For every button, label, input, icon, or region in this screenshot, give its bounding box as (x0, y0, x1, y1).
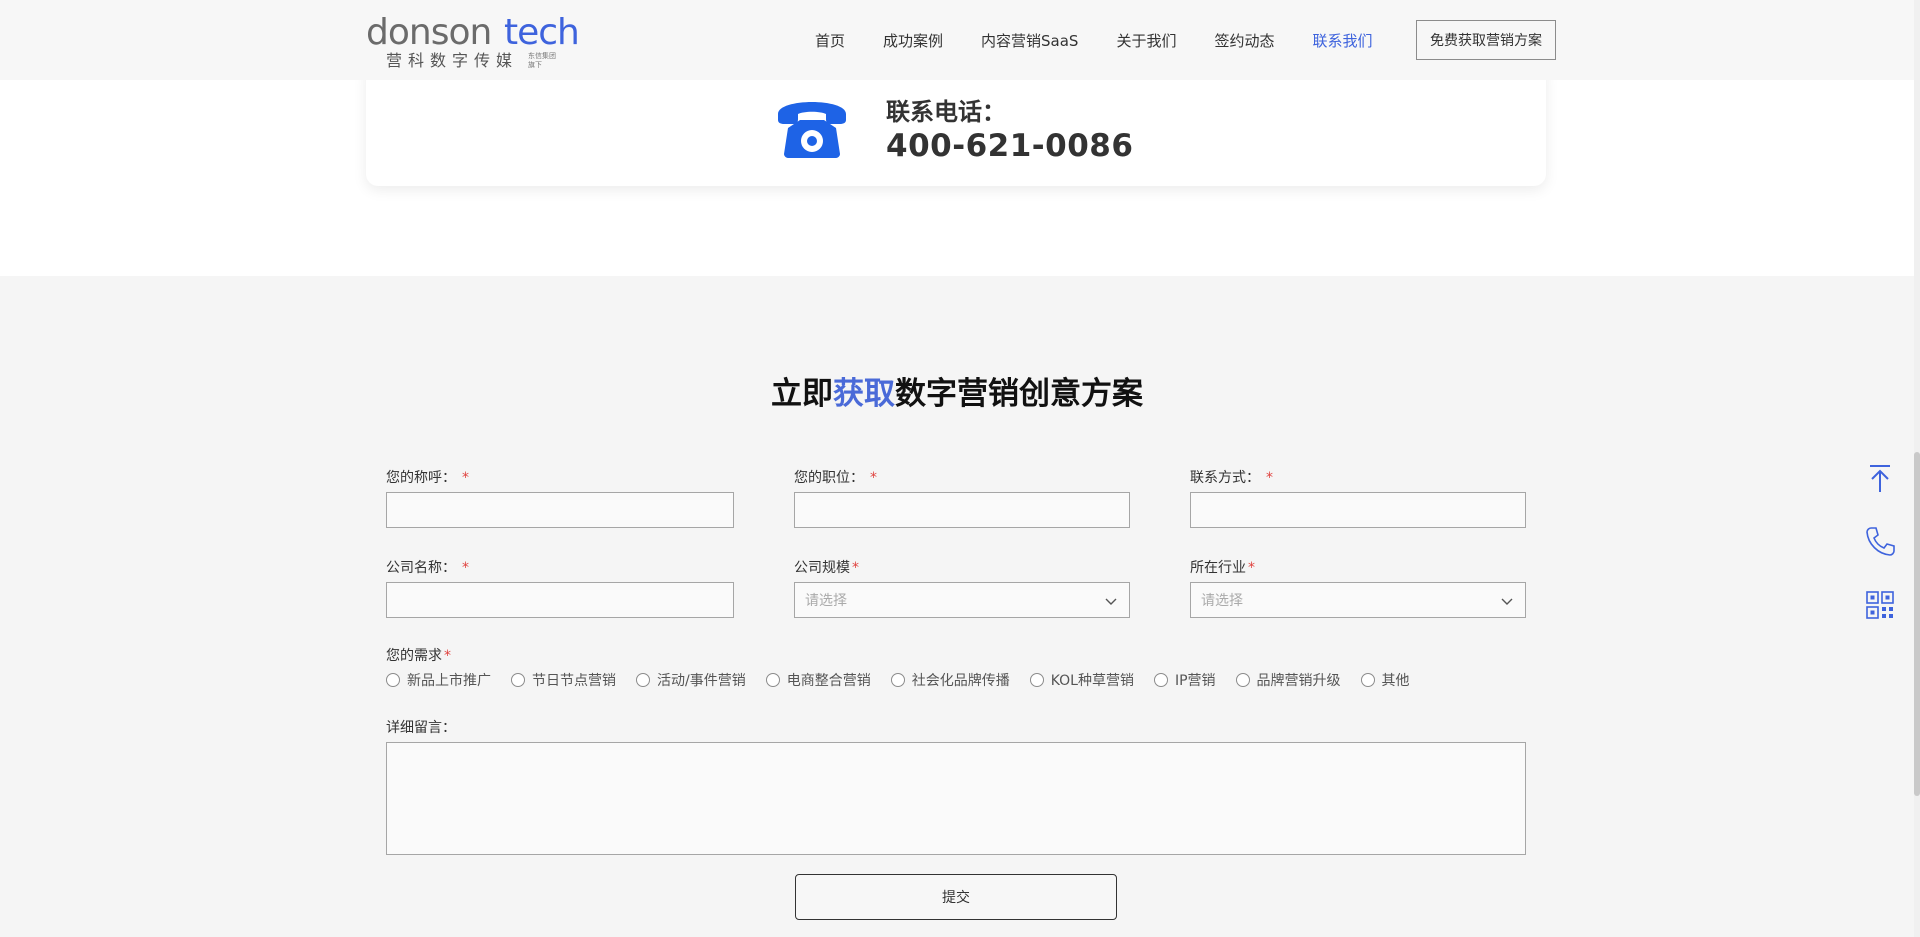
company-input[interactable] (386, 582, 734, 618)
svg-text:donson: donson (366, 12, 491, 53)
needs-option[interactable]: KOL种草营销 (1029, 670, 1134, 690)
svg-text:营科数字传媒: 营科数字传媒 (386, 51, 518, 70)
nav-item-news[interactable]: 签约动态 (1214, 30, 1274, 51)
company-label: 公司名称： * (386, 560, 469, 576)
name-input[interactable] (386, 492, 734, 528)
radio-button[interactable] (765, 673, 780, 687)
qrcode-icon[interactable] (1864, 589, 1896, 621)
position-label: 您的职位： * (794, 470, 877, 486)
radio-button[interactable] (1235, 673, 1250, 687)
needs-label: 您的需求 * (386, 648, 451, 664)
free-plan-button[interactable]: 免费获取营销方案 (1416, 20, 1556, 60)
nav-item-cases[interactable]: 成功案例 (883, 30, 943, 51)
contact-label: 联系方式： * (1190, 470, 1273, 486)
nav-item-about[interactable]: 关于我们 (1116, 30, 1176, 51)
message-label: 详细留言： (386, 720, 456, 736)
needs-option[interactable]: 其他 (1360, 670, 1410, 690)
svg-text:tech: tech (504, 12, 579, 53)
scale-select-placeholder: 请选择 (805, 593, 847, 609)
arrow-up-icon[interactable] (1864, 462, 1896, 494)
radio-button[interactable] (890, 673, 905, 687)
message-textarea[interactable] (386, 742, 1526, 855)
radio-button[interactable] (511, 673, 525, 687)
position-input[interactable] (794, 492, 1130, 528)
phone-icon[interactable] (1864, 525, 1896, 557)
contact-input[interactable] (1190, 492, 1526, 528)
industry-select-placeholder: 请选择 (1201, 593, 1243, 609)
needs-option[interactable]: 新品上市推广 (386, 670, 491, 690)
radio-button[interactable] (1360, 673, 1375, 687)
needs-option[interactable]: 活动/事件营销 (636, 670, 746, 690)
industry-select[interactable]: 请选择 (1190, 582, 1526, 618)
form-title: 立即获取数字营销创意方案 (771, 376, 1143, 412)
radio-button[interactable] (1153, 673, 1168, 687)
logo[interactable]: donson tech 营科数字传媒 东信集团 旗下 (366, 10, 586, 72)
radio-button[interactable] (1029, 673, 1044, 687)
site-header: donson tech 营科数字传媒 东信集团 旗下 首页 成功案例 内容营销S… (0, 0, 1920, 80)
needs-option[interactable]: 电商整合营销 (765, 670, 871, 690)
svg-text:东信集团: 东信集团 (528, 51, 556, 60)
logo-icon: donson tech 营科数字传媒 东信集团 旗下 (366, 12, 580, 70)
needs-option[interactable]: IP营销 (1153, 670, 1216, 690)
main-nav: 首页 成功案例 内容营销SaaS 关于我们 签约动态 联系我们 (815, 0, 1411, 80)
page: donson tech 营科数字传媒 东信集团 旗下 首页 成功案例 内容营销S… (0, 0, 1920, 937)
submit-button[interactable]: 提交 (795, 874, 1117, 920)
industry-label: 所在行业 * (1190, 560, 1255, 576)
scrollbar-thumb[interactable] (1914, 452, 1920, 796)
nav-item-home[interactable]: 首页 (815, 30, 845, 51)
needs-option[interactable]: 社会化品牌传播 (890, 670, 1010, 690)
form-section: 立即获取数字营销创意方案 您的称呼： * 您的职位： * 联系方式： * 公司名称： *… (0, 276, 1914, 937)
radio-button[interactable] (636, 673, 650, 687)
phone-number: 400-621-0086 (886, 128, 1134, 164)
nav-item-contact[interactable]: 联系我们 (1313, 30, 1373, 51)
radio-button[interactable] (386, 673, 400, 687)
scale-select[interactable]: 请选择 (794, 582, 1130, 618)
needs-option[interactable]: 品牌营销升级 (1235, 670, 1341, 690)
chevron-down-icon (1501, 598, 1513, 605)
needs-option[interactable]: 节日节点营销 (511, 670, 616, 690)
telephone-icon (774, 92, 850, 158)
scale-label: 公司规模 * (794, 560, 859, 576)
nav-item-saas[interactable]: 内容营销SaaS (981, 30, 1078, 51)
chevron-down-icon (1105, 598, 1117, 605)
name-label: 您的称呼： * (386, 470, 469, 486)
needs-radio-group: 新品上市推广 节日节点营销 活动/事件营销 电商整合营销 社会化品牌传播 KOL… (386, 670, 1430, 690)
svg-text:旗下: 旗下 (528, 60, 542, 69)
phone-label: 联系电话： (886, 98, 1006, 126)
